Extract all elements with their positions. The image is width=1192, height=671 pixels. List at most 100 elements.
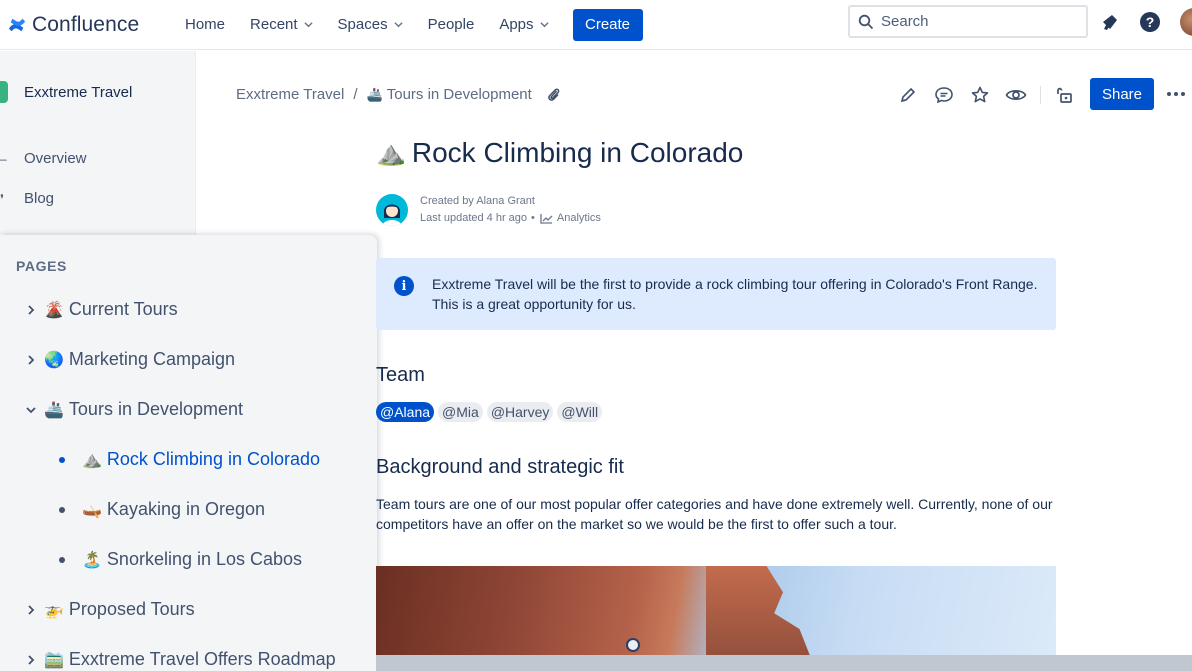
sidebar-item-blog[interactable]: ❜ Blog bbox=[0, 190, 54, 207]
restrictions-icon[interactable] bbox=[1053, 84, 1075, 106]
breadcrumb-parent-link[interactable]: Tours in Development bbox=[387, 86, 532, 103]
watch-icon[interactable] bbox=[1005, 84, 1027, 106]
nav-recent[interactable]: Recent bbox=[250, 0, 313, 50]
canoe-icon: 🛶 bbox=[82, 501, 102, 519]
page-tree-item-rock-climbing[interactable]: ⛰️ Rock Climbing in Colorado bbox=[59, 449, 320, 470]
top-navigation: Confluence Home Recent Spaces People App… bbox=[0, 0, 1192, 50]
info-icon: i bbox=[394, 276, 414, 296]
help-icon[interactable]: ? bbox=[1139, 11, 1161, 33]
pages-tree-panel: PAGES 🌋 Current Tours 🌏 Marketing Campai… bbox=[0, 235, 377, 671]
background-heading: Background and strategic fit bbox=[376, 456, 624, 478]
mention-harvey[interactable]: @Harvey bbox=[486, 402, 554, 422]
megaphone-icon bbox=[1103, 15, 1117, 30]
analytics-link[interactable]: Analytics bbox=[540, 212, 601, 224]
author-avatar[interactable] bbox=[376, 194, 408, 226]
bullet-icon bbox=[59, 456, 65, 463]
bullet-icon bbox=[59, 556, 65, 563]
mountain-icon: ⛰️ bbox=[82, 451, 102, 469]
page-tree-item-offers-roadmap[interactable]: 🚞 Exxtreme Travel Offers Roadmap bbox=[24, 649, 336, 670]
train-icon: 🚞 bbox=[44, 651, 64, 669]
nav-people[interactable]: People bbox=[428, 0, 475, 50]
page-tree-label: Kayaking in Oregon bbox=[106, 499, 266, 519]
ship-icon: 🚢 bbox=[44, 401, 64, 419]
brand-name: Confluence bbox=[32, 12, 140, 36]
mention-alana[interactable]: @Alana bbox=[376, 402, 435, 422]
mention-will[interactable]: @Will bbox=[557, 402, 603, 422]
space-header[interactable]: Exxtreme Travel bbox=[0, 81, 132, 103]
analytics-icon bbox=[540, 213, 553, 224]
confluence-logo[interactable]: Confluence bbox=[8, 13, 160, 37]
breadcrumb-space-link[interactable]: Exxtreme Travel bbox=[236, 86, 344, 103]
nav-recent-label: Recent bbox=[250, 16, 298, 33]
page-tree-item-current-tours[interactable]: 🌋 Current Tours bbox=[24, 299, 178, 320]
page-tree-label: Current Tours bbox=[68, 299, 178, 319]
star-icon[interactable] bbox=[969, 84, 991, 106]
chevron-down-icon bbox=[303, 22, 313, 28]
page-tree-item-snorkeling[interactable]: 🏝️ Snorkeling in Los Cabos bbox=[59, 549, 302, 570]
chevron-right-icon[interactable] bbox=[24, 603, 38, 617]
notifications-icon[interactable] bbox=[1099, 11, 1121, 33]
share-button[interactable]: Share bbox=[1090, 78, 1154, 110]
mountain-icon: ⛰️ bbox=[376, 139, 406, 167]
helicopter-icon: 🚁 bbox=[44, 601, 64, 619]
volcano-icon: 🌋 bbox=[44, 301, 64, 319]
confluence-logo-icon bbox=[8, 18, 26, 31]
page-title-text: Rock Climbing in Colorado bbox=[411, 137, 744, 168]
edit-icon[interactable] bbox=[897, 84, 919, 106]
chevron-down-icon bbox=[539, 22, 549, 28]
background-paragraph: Team tours are one of our most popular o… bbox=[376, 496, 1053, 532]
chevron-down-icon[interactable] bbox=[24, 403, 38, 417]
globe-icon: 🌏 bbox=[44, 351, 64, 369]
page-tree-item-marketing-campaign[interactable]: 🌏 Marketing Campaign bbox=[24, 349, 235, 370]
create-button[interactable]: Create bbox=[572, 8, 643, 41]
overview-icon: – bbox=[0, 151, 7, 166]
page-title: ⛰️ Rock Climbing in Colorado bbox=[376, 137, 743, 169]
attachment-icon[interactable] bbox=[546, 87, 562, 103]
comment-icon[interactable] bbox=[933, 84, 955, 106]
chevron-right-icon[interactable] bbox=[24, 303, 38, 317]
info-text: Exxtreme Travel will be the first to pro… bbox=[432, 276, 1038, 312]
chevron-right-icon[interactable] bbox=[24, 353, 38, 367]
last-updated[interactable]: Last updated 4 hr ago bbox=[420, 212, 527, 224]
page-tree-label: Rock Climbing in Colorado bbox=[106, 449, 321, 469]
breadcrumb-separator: / bbox=[353, 86, 358, 103]
page-tree-label: Proposed Tours bbox=[68, 599, 195, 619]
nav-spaces[interactable]: Spaces bbox=[338, 0, 403, 50]
page-tree-item-kayaking[interactable]: 🛶 Kayaking in Oregon bbox=[59, 499, 265, 520]
sidebar-item-overview[interactable]: – Overview bbox=[0, 150, 87, 167]
question-icon: ? bbox=[1140, 12, 1160, 32]
search-input[interactable] bbox=[881, 13, 1071, 30]
horizontal-scrollbar[interactable] bbox=[376, 655, 1192, 671]
space-logo bbox=[0, 81, 8, 103]
ship-icon: 🚢 bbox=[366, 86, 383, 102]
page-tree-label: Exxtreme Travel Offers Roadmap bbox=[68, 649, 336, 669]
analytics-label: Analytics bbox=[556, 212, 601, 224]
last-updated-row: Last updated 4 hr ago • Analytics bbox=[420, 212, 601, 224]
page-tree-item-tours-in-development[interactable]: 🚢 Tours in Development bbox=[24, 399, 243, 420]
user-avatar[interactable] bbox=[1180, 8, 1192, 36]
more-icon[interactable] bbox=[1167, 92, 1185, 96]
page-tree-label: Marketing Campaign bbox=[68, 349, 235, 369]
search-icon bbox=[858, 14, 874, 29]
created-by: Created by Alana Grant bbox=[420, 195, 535, 207]
info-panel: i Exxtreme Travel will be the first to p… bbox=[376, 258, 1056, 330]
blog-icon: ❜ bbox=[0, 191, 4, 206]
page-tree-item-proposed-tours[interactable]: 🚁 Proposed Tours bbox=[24, 599, 195, 620]
nav-people-label: People bbox=[427, 16, 475, 33]
pages-heading: PAGES bbox=[16, 258, 67, 274]
breadcrumb: Exxtreme Travel / 🚢 Tours in Development bbox=[236, 86, 562, 103]
nav-spaces-label: Spaces bbox=[337, 16, 388, 33]
nav-home[interactable]: Home bbox=[185, 0, 225, 50]
nav-apps[interactable]: Apps bbox=[499, 0, 549, 50]
chevron-down-icon bbox=[393, 22, 403, 28]
meta-separator: • bbox=[531, 212, 535, 224]
team-heading: Team bbox=[376, 364, 425, 386]
sidebar-item-label: Blog bbox=[24, 190, 55, 207]
chevron-right-icon[interactable] bbox=[24, 653, 38, 667]
team-mentions: @Alana @Mia @Harvey @Will bbox=[376, 402, 603, 422]
search-box[interactable] bbox=[848, 5, 1088, 38]
nav-home-label: Home bbox=[185, 16, 226, 33]
mention-mia[interactable]: @Mia bbox=[438, 402, 483, 422]
svg-text:?: ? bbox=[1146, 14, 1155, 30]
page-tree-label: Snorkeling in Los Cabos bbox=[106, 549, 303, 569]
